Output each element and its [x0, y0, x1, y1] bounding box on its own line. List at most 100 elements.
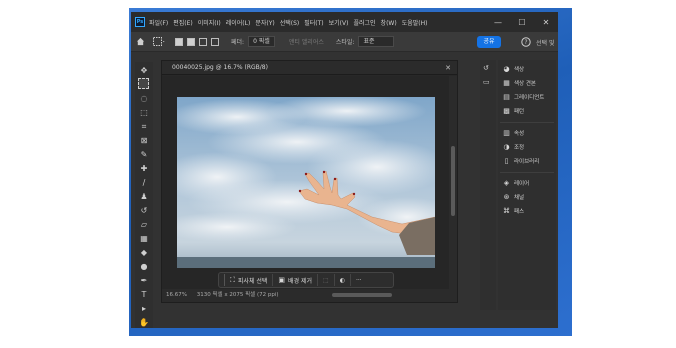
share-button[interactable]: 공유 — [477, 36, 501, 48]
panel-properties[interactable]: ▥ 속성 — [502, 128, 524, 138]
feather-input[interactable]: 0 픽셀 — [248, 36, 275, 47]
document-tab[interactable]: 00040025.jpg @ 16.7% (RGB/8) — [162, 61, 457, 75]
panel-swatches[interactable]: ▦ 색상 견본 — [502, 78, 536, 88]
menu-file[interactable]: 파일(F) — [149, 18, 168, 27]
svg-text:?: ? — [524, 39, 527, 46]
menu-select[interactable]: 선택(S) — [280, 18, 300, 27]
minimize-button[interactable]: — — [487, 12, 509, 32]
marquee-preset-icon[interactable] — [153, 36, 165, 48]
document-image[interactable] — [177, 97, 435, 268]
add-selection-icon[interactable] — [187, 37, 195, 46]
panel-swatches-label: 색상 견본 — [514, 81, 536, 87]
panel-color[interactable]: ◕ 색상 — [502, 64, 524, 74]
panel-color-label: 색상 — [514, 67, 525, 73]
menu-plugins[interactable]: 플러그인 — [353, 18, 375, 27]
intersect-selection-icon[interactable] — [211, 37, 219, 46]
panel-adjustments[interactable]: ◑ 조정 — [502, 142, 524, 152]
more-options-button[interactable]: ··· — [351, 274, 367, 286]
photo-sky-hand — [177, 97, 435, 268]
contextual-task-bar: ⛶ 피사체 선택 ▣ 배경 제거 ⬚ ◐ ··· — [218, 272, 394, 288]
object-select-tool-icon[interactable]: ⬚ — [137, 106, 151, 119]
panels-dock: ◕ 색상 ▦ 색상 견본 ▤ 그레이디언트 ▩ 패턴 ▥ 속성 ◑ 조정 ▯ 라이브러리 ◈ 레… — [498, 60, 556, 310]
panel-gradients[interactable]: ▤ 그레이디언트 — [502, 92, 544, 102]
panel-libraries[interactable]: ▯ 라이브러리 — [502, 156, 540, 166]
home-icon[interactable] — [136, 36, 145, 48]
screenshot-stage: Ps 파일(F) 편집(E) 이미지(I) 레이어(L) 문자(Y) 선택(S)… — [0, 0, 676, 348]
gradient-tool-icon[interactable]: ▦ — [137, 232, 151, 245]
photoshop-window: Ps 파일(F) 편집(E) 이미지(I) 레이어(L) 문자(Y) 선택(S)… — [131, 12, 558, 328]
menu-view[interactable]: 보기(V) — [329, 18, 349, 27]
marquee-tool-icon[interactable] — [138, 78, 149, 89]
menu-help[interactable]: 도움말(H) — [402, 18, 428, 27]
crop-tool-icon[interactable]: ⌗ — [137, 120, 151, 133]
subtract-selection-icon[interactable] — [199, 37, 207, 46]
style-label: 스타일: — [335, 39, 355, 46]
select-and-mask-button[interactable]: 선택 및 — [536, 36, 554, 48]
close-button[interactable]: ✕ — [535, 12, 557, 32]
status-bar: 16.67% 3130 픽셀 x 2075 픽셀 (72 ppi) — [162, 289, 457, 302]
blur-tool-icon[interactable]: ◆ — [137, 246, 151, 259]
select-subject-label: 피사체 선택 — [237, 277, 268, 285]
feather-label: 페더: — [231, 39, 245, 46]
select-subject-icon: ⛶ — [230, 275, 235, 284]
canvas-area[interactable]: ⛶ 피사체 선택 ▣ 배경 제거 ⬚ ◐ ··· — [162, 76, 449, 289]
vertical-scroll-thumb[interactable] — [451, 146, 455, 216]
horizontal-scroll-thumb[interactable] — [332, 293, 392, 297]
brush-tool-icon[interactable]: ∕ — [137, 176, 151, 189]
healing-brush-tool-icon[interactable]: ✚ — [137, 162, 151, 175]
help-icon[interactable]: ? — [521, 36, 531, 48]
channels-icon: ⊛ — [503, 193, 510, 201]
move-tool-icon[interactable]: ✥ — [137, 64, 151, 77]
document-info[interactable]: 3130 픽셀 x 2075 픽셀 (72 ppi) — [197, 292, 279, 298]
maximize-button[interactable]: ☐ — [511, 12, 533, 32]
contrast-icon: ◐ — [339, 276, 345, 284]
menu-image[interactable]: 이미지(I) — [198, 18, 221, 27]
type-tool-icon[interactable]: T — [137, 288, 151, 301]
swatches-icon: ▦ — [503, 79, 510, 87]
lasso-tool-icon[interactable]: ◌ — [137, 92, 151, 105]
paths-icon: ⌘ — [503, 207, 510, 215]
style-select[interactable]: 표준 — [358, 36, 395, 47]
menu-edit[interactable]: 편집(E) — [173, 18, 193, 27]
panel-divider — [500, 122, 554, 123]
zoom-level[interactable]: 16.67% — [166, 292, 187, 298]
history-icon[interactable]: ↺ — [483, 64, 489, 72]
frame-tool-icon[interactable]: ⊠ — [137, 134, 151, 147]
panel-channels[interactable]: ⊛ 채널 — [502, 192, 525, 202]
pen-tool-icon[interactable]: ✒ — [137, 274, 151, 287]
panel-layers[interactable]: ◈ 레이어 — [502, 178, 529, 188]
options-bar: 페더: 0 픽셀 앤티 앨리어스 스타일: 표준 공유 ? 선택 및 — [131, 32, 558, 52]
new-selection-icon[interactable] — [175, 37, 183, 46]
transform-button[interactable]: ⬚ — [318, 274, 335, 286]
menu-filter[interactable]: 필터(T) — [304, 18, 323, 27]
eraser-tool-icon[interactable]: ▱ — [137, 218, 151, 231]
document-close-icon[interactable]: ✕ — [445, 61, 451, 75]
collapsed-panel-icons: ↺ ▭ — [480, 60, 496, 310]
color-icon: ◕ — [503, 65, 510, 73]
adjustments-icon: ◑ — [503, 143, 510, 151]
menu-layer[interactable]: 레이어(L) — [226, 18, 251, 27]
panel-patterns[interactable]: ▩ 패턴 — [502, 106, 524, 116]
panel-properties-label: 속성 — [514, 131, 525, 137]
dodge-tool-icon[interactable]: ● — [137, 260, 151, 273]
clone-stamp-tool-icon[interactable]: ♟ — [137, 190, 151, 203]
eyedropper-tool-icon[interactable]: ✎ — [137, 148, 151, 161]
adjust-button[interactable]: ◐ — [335, 274, 351, 286]
document-window: 00040025.jpg @ 16.7% (RGB/8) ✕ ⛶ 피사체 선택 … — [161, 60, 458, 303]
libraries-icon: ▯ — [504, 157, 509, 165]
menu-window[interactable]: 창(W) — [381, 18, 397, 27]
select-subject-button[interactable]: ⛶ 피사체 선택 — [225, 274, 274, 286]
hand-tool-icon[interactable]: ✋ — [137, 316, 151, 328]
layers-icon: ◈ — [503, 179, 510, 187]
remove-background-button[interactable]: ▣ 배경 제거 — [273, 274, 319, 286]
menu-type[interactable]: 문자(Y) — [255, 18, 274, 27]
history-brush-tool-icon[interactable]: ↺ — [137, 204, 151, 217]
panel-adjustments-label: 조정 — [514, 145, 525, 151]
path-selection-tool-icon[interactable]: ▸ — [137, 302, 151, 315]
antialias-checkbox[interactable]: 앤티 앨리어스 — [289, 36, 324, 48]
vertical-scrollbar[interactable] — [449, 76, 457, 289]
comments-icon[interactable]: ▭ — [483, 78, 490, 86]
panel-paths[interactable]: ⌘ 패스 — [502, 206, 524, 216]
document-title: 00040025.jpg @ 16.7% (RGB/8) — [172, 64, 268, 71]
panel-patterns-label: 패턴 — [514, 109, 525, 115]
